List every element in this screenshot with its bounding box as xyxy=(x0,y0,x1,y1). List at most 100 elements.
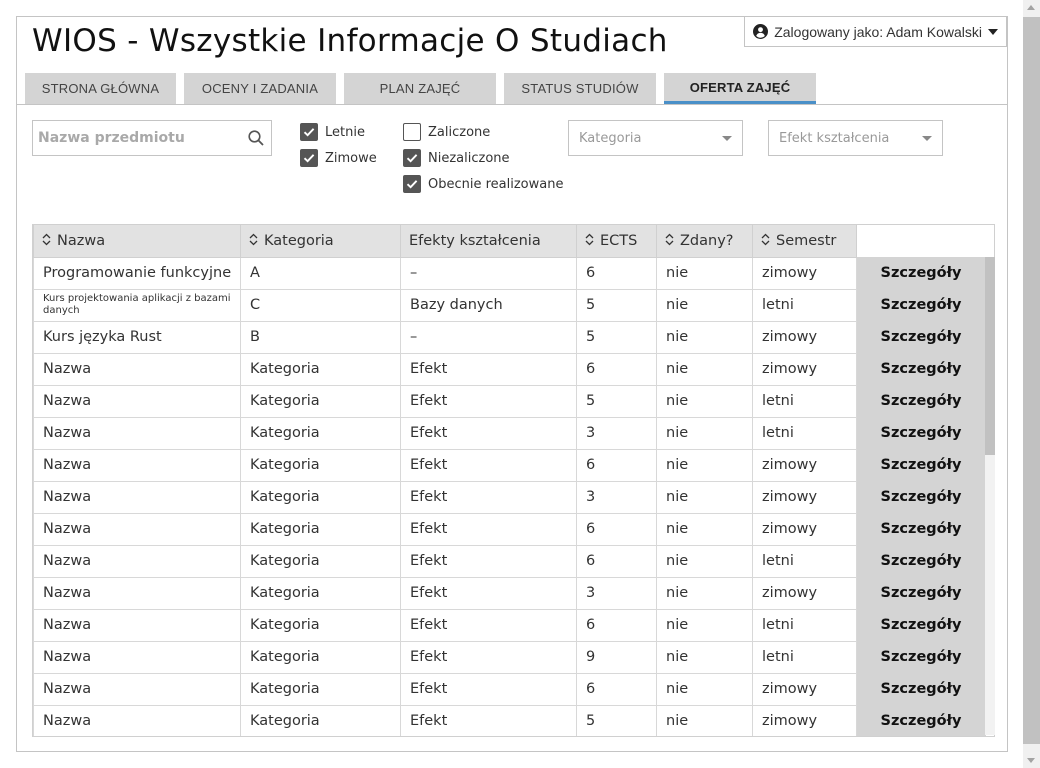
scroll-down-arrow-icon[interactable] xyxy=(1027,758,1035,763)
tab-plan-zajec[interactable]: PLAN ZAJĘĆ xyxy=(344,73,496,104)
chevron-down-icon xyxy=(922,135,932,141)
details-button[interactable]: Szczegóły xyxy=(856,352,986,386)
sort-icon xyxy=(665,233,674,246)
cell-zdany: nie xyxy=(656,416,753,450)
cell-kategoria: Kategoria xyxy=(240,608,401,642)
cell-nazwa: Nazwa xyxy=(33,480,241,514)
cell-semestr: zimowy xyxy=(752,448,857,482)
category-select[interactable]: Kategoria xyxy=(568,120,743,156)
details-button[interactable]: Szczegóły xyxy=(856,256,986,290)
details-button[interactable]: Szczegóły xyxy=(856,384,986,418)
tab-strona-glowna[interactable]: STRONA GŁÓWNA xyxy=(25,73,176,104)
caret-down-icon xyxy=(988,28,998,35)
checkbox-box[interactable] xyxy=(300,123,318,141)
sort-icon xyxy=(249,233,258,246)
table-row: Nazwa Kategoria Efekt 5 nie letni Szczegóły xyxy=(33,384,986,418)
details-button[interactable]: Szczegóły xyxy=(856,416,986,450)
checkbox-box[interactable] xyxy=(403,175,421,193)
details-button[interactable]: Szczegóły xyxy=(856,448,986,482)
cell-semestr: zimowy xyxy=(752,352,857,386)
checkbox-label: Niezaliczone xyxy=(428,150,510,166)
cell-efekty: – xyxy=(400,320,577,354)
header-semestr[interactable]: Semestr xyxy=(752,225,857,258)
user-menu[interactable]: Zalogowany jako: Adam Kowalski xyxy=(744,17,1007,47)
tab-status-studiow[interactable]: STATUS STUDIÓW xyxy=(504,73,656,104)
details-button[interactable]: Szczegóły xyxy=(856,704,986,736)
checkbox-letnie[interactable]: Letnie xyxy=(300,123,365,141)
cell-nazwa: Kurs projektowania aplikacji z bazami da… xyxy=(33,288,241,322)
nav-tabs: STRONA GŁÓWNA OCENY I ZADANIA PLAN ZAJĘĆ… xyxy=(25,73,824,104)
search-icon[interactable] xyxy=(247,129,265,147)
cell-zdany: nie xyxy=(656,608,753,642)
table-row: Kurs języka Rust B –5 nie zimowy Szczegóły xyxy=(33,320,986,354)
cell-nazwa: Nazwa xyxy=(33,384,241,418)
table-header-row: Nazwa Kategoria Efekty kształcenia ECTS … xyxy=(33,225,986,258)
header-efekty: Efekty kształcenia xyxy=(400,225,577,258)
checkbox-niezaliczone[interactable]: Niezaliczone xyxy=(403,149,510,167)
details-button[interactable]: Szczegóły xyxy=(856,576,986,610)
courses-table: Nazwa Kategoria Efekty kształcenia ECTS … xyxy=(32,224,995,737)
details-button[interactable]: Szczegóły xyxy=(856,672,986,706)
scroll-up-arrow-icon[interactable] xyxy=(1027,5,1035,10)
checkbox-obecnie-realizowane[interactable]: Obecnie realizowane xyxy=(403,175,563,193)
search-box xyxy=(32,120,272,156)
table-row: Nazwa Kategoria Efekt 5 nie zimowy Szczegóły xyxy=(33,704,986,736)
cell-ects: 3 xyxy=(576,416,657,450)
effect-select[interactable]: Efekt kształcenia xyxy=(768,120,943,156)
checkbox-zimowe[interactable]: Zimowe xyxy=(300,149,377,167)
cell-ects: 6 xyxy=(576,352,657,386)
details-button[interactable]: Szczegóły xyxy=(856,288,986,322)
header-label: Efekty kształcenia xyxy=(409,232,541,249)
app-window: WIOS - Wszystkie Informacje O Studiach Z… xyxy=(16,16,1008,752)
cell-semestr: letni xyxy=(752,384,857,418)
table-scrollbar[interactable] xyxy=(985,257,995,735)
sort-icon xyxy=(42,233,51,246)
checkbox-box[interactable] xyxy=(403,123,421,141)
table-row: Nazwa Kategoria Efekt 6 nie zimowy Szczegóły xyxy=(33,352,986,386)
details-button[interactable]: Szczegóły xyxy=(856,320,986,354)
cell-kategoria: Kategoria xyxy=(240,480,401,514)
cell-efekty: Efekt xyxy=(400,512,577,546)
cell-nazwa: Programowanie funkcyjne xyxy=(33,256,241,290)
table-scrollbar-thumb[interactable] xyxy=(985,257,995,455)
checkbox-label: Obecnie realizowane xyxy=(428,176,564,192)
cell-ects: 6 xyxy=(576,672,657,706)
cell-nazwa: Nazwa xyxy=(33,640,241,674)
search-input[interactable] xyxy=(38,130,233,146)
tab-oceny-i-zadania[interactable]: OCENY I ZADANIA xyxy=(184,73,336,104)
header-label: Nazwa xyxy=(57,232,106,249)
cell-kategoria: A xyxy=(240,256,401,290)
header-kategoria[interactable]: Kategoria xyxy=(240,225,401,258)
page-scrollbar-thumb[interactable] xyxy=(1023,17,1040,744)
cell-zdany: nie xyxy=(656,448,753,482)
header-ects[interactable]: ECTS xyxy=(576,225,657,258)
cell-zdany: nie xyxy=(656,544,753,578)
cell-zdany: nie xyxy=(656,704,753,736)
cell-zdany: nie xyxy=(656,352,753,386)
checkbox-box[interactable] xyxy=(403,149,421,167)
cell-nazwa: Nazwa xyxy=(33,704,241,736)
details-button[interactable]: Szczegóły xyxy=(856,608,986,642)
header-nazwa[interactable]: Nazwa xyxy=(33,225,241,258)
details-button[interactable]: Szczegóły xyxy=(856,512,986,546)
cell-kategoria: Kategoria xyxy=(240,416,401,450)
cell-efekty: Efekt xyxy=(400,416,577,450)
cell-nazwa: Nazwa xyxy=(33,512,241,546)
cell-kategoria: Kategoria xyxy=(240,544,401,578)
details-button[interactable]: Szczegóły xyxy=(856,480,986,514)
cell-ects: 3 xyxy=(576,576,657,610)
checkbox-zaliczone[interactable]: Zaliczone xyxy=(403,123,490,141)
page-scrollbar[interactable] xyxy=(1023,0,1040,768)
tab-oferta-zajec[interactable]: OFERTA ZAJĘĆ xyxy=(664,73,816,104)
details-button[interactable]: Szczegóły xyxy=(856,544,986,578)
cell-efekty: Bazy danych xyxy=(400,288,577,322)
cell-zdany: nie xyxy=(656,320,753,354)
header-zdany[interactable]: Zdany? xyxy=(656,225,753,258)
cell-zdany: nie xyxy=(656,384,753,418)
cell-kategoria: Kategoria xyxy=(240,576,401,610)
cell-ects: 6 xyxy=(576,256,657,290)
checkbox-box[interactable] xyxy=(300,149,318,167)
cell-efekty: Efekt xyxy=(400,448,577,482)
header-label: Semestr xyxy=(776,232,837,249)
details-button[interactable]: Szczegóły xyxy=(856,640,986,674)
